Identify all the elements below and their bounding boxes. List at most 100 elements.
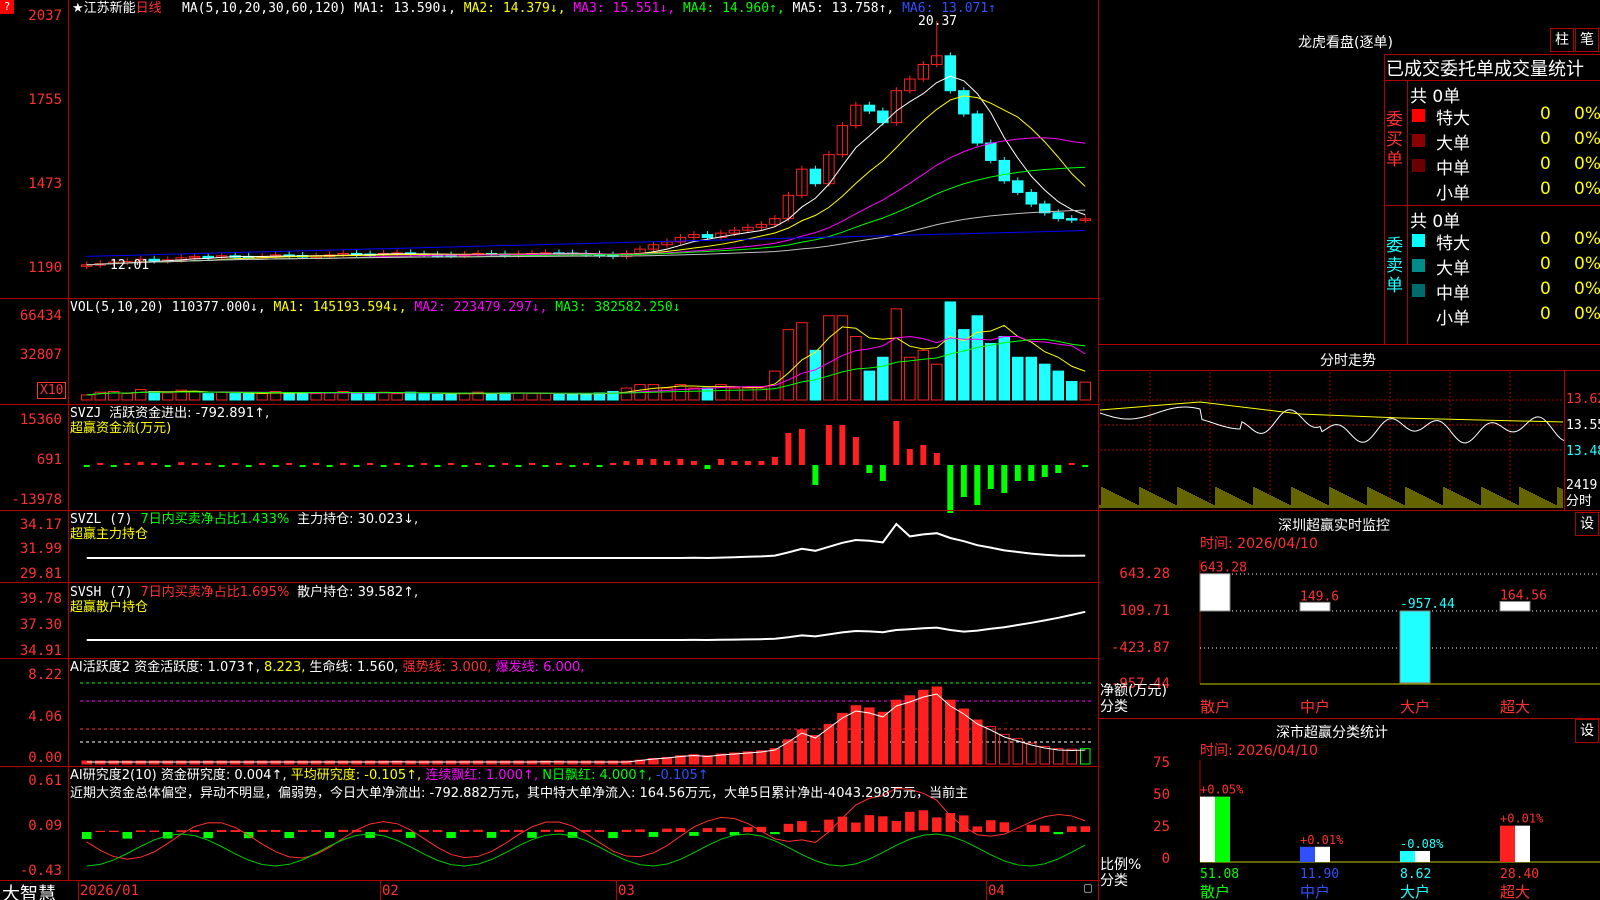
svzl-holding: 主力持仓: 30.023↓, — [297, 512, 419, 527]
main-chart-svg[interactable] — [0, 0, 1100, 900]
classify-bar — [1215, 796, 1230, 862]
lhb-header: 已成交委托单成交量统计 — [1386, 59, 1584, 80]
ai2-avg-research: 平均研究度: -0.105↑, — [290, 768, 422, 783]
fenshi-axis-label: 13.55 — [1566, 418, 1600, 433]
ai1-bar — [1080, 748, 1091, 765]
volume-bar — [431, 393, 444, 401]
ai1-legend: AI活跃度2 资金活跃度: 1.073↑, 8.223, 生命线: 1.560,… — [70, 660, 584, 675]
lhb-divider — [1407, 80, 1408, 344]
volume-bar — [931, 363, 943, 401]
flow-bar — [110, 465, 117, 467]
ai2-bar — [594, 829, 605, 832]
monitor-settings-button[interactable]: 设 — [1575, 512, 1599, 536]
ma2-line — [86, 95, 1086, 266]
vol-legend: VOL(5,10,20) 110377.000↓, MA1: 145193.59… — [70, 300, 681, 315]
svzj-axis-label: 691 — [36, 452, 62, 468]
fenshi-vol-unit: 分时 — [1566, 494, 1593, 509]
flow-bar — [434, 465, 441, 467]
ai2-bar — [851, 822, 861, 832]
volume-bar — [526, 393, 538, 401]
flow-bar — [178, 462, 185, 465]
date-tick — [78, 880, 79, 900]
flow-bar — [542, 465, 549, 467]
monitor-title: 深圳超赢实时监控 — [1278, 518, 1390, 534]
flow-bar — [974, 465, 981, 505]
svzl-subtitle: 超赢主力持仓 — [70, 527, 149, 542]
ai2-bar — [905, 811, 915, 832]
ai1-bar — [850, 705, 862, 765]
svsh-legend: SVSH (7) 7日内买卖净占比1.695% 散户持仓: 39.582↑, — [70, 585, 418, 600]
ai1-bar — [1066, 748, 1078, 765]
sell-row-label: 大单 — [1436, 259, 1470, 279]
date-tick — [986, 880, 987, 900]
classify-bar — [1400, 850, 1415, 862]
volume-bar — [161, 392, 174, 401]
flow-bar — [987, 465, 994, 489]
ai2-axis-label: 0.61 — [28, 773, 62, 789]
flow-bar — [866, 465, 873, 473]
fenshi-divider — [1564, 370, 1565, 510]
ai2-continuous-red: 连续飘红: 1.000↑, — [425, 768, 539, 783]
ai2-bar — [311, 830, 321, 832]
ai2-bar — [149, 830, 159, 832]
ai2-bar — [1026, 824, 1037, 832]
ai1-value2: 8.223, — [264, 660, 306, 675]
volume-bar — [553, 393, 565, 401]
ai1-bar — [1039, 745, 1051, 765]
buy-row-percent: 0% — [1574, 179, 1600, 199]
ai1-bar — [1053, 748, 1064, 765]
svsh-ratio: 7日内买卖净占比1.695% — [140, 585, 290, 600]
panel-separator — [0, 658, 1100, 659]
flow-bar — [529, 463, 536, 465]
svsh-axis-label: 34.91 — [19, 643, 62, 659]
classify-settings-button[interactable]: 设 — [1575, 719, 1599, 743]
ai2-bar — [1053, 832, 1064, 835]
ai2-bar — [486, 832, 497, 838]
flow-bar — [623, 461, 630, 465]
buy-row-count: 0 — [1540, 104, 1551, 124]
ai2-bar — [1013, 831, 1023, 832]
ai2-bar — [203, 832, 213, 839]
sell-swatch — [1412, 259, 1425, 272]
ai2-bar — [891, 821, 902, 832]
flow-bar — [731, 461, 738, 465]
ai2-bar — [527, 832, 537, 838]
monitor-category: 超大 — [1500, 698, 1530, 716]
candle-body — [1052, 212, 1065, 220]
ai2-bar — [405, 832, 416, 838]
ai2-bar — [783, 823, 794, 832]
flow-bar — [758, 461, 765, 465]
sell-row-count: 0 — [1540, 254, 1551, 274]
monitor-category: 中户 — [1300, 698, 1330, 716]
volume-bar — [1039, 363, 1051, 401]
monitor-xlabel: 分类 — [1100, 699, 1128, 715]
monitor-bar — [1399, 610, 1431, 684]
ai2-bar — [621, 829, 632, 832]
volume-bar — [1052, 370, 1065, 401]
flow-bar — [137, 461, 144, 465]
ai2-axis-label: 0.09 — [28, 818, 62, 834]
buy-row-label: 大单 — [1436, 134, 1470, 154]
volume-bar — [796, 322, 808, 401]
candle-body — [998, 159, 1011, 182]
ai2-bar — [1067, 826, 1077, 832]
ai2-bar — [338, 829, 348, 832]
vol-unit-badge[interactable]: X10 — [37, 382, 67, 399]
bar-mode-button[interactable]: 柱 — [1550, 28, 1574, 52]
flow-bar — [124, 463, 131, 465]
classify-value-label: 28.40 — [1500, 867, 1539, 882]
svzj-axis-label: 15360 — [19, 412, 62, 428]
ai2-bar — [297, 830, 308, 832]
tick-mode-button[interactable]: 笔 — [1575, 28, 1599, 52]
svzl-axis-label: 34.17 — [19, 517, 62, 533]
flow-bar — [583, 463, 589, 465]
panel-separator — [0, 880, 1100, 881]
ai1-axis-label: 4.06 — [28, 709, 62, 725]
volume-bar — [944, 301, 957, 401]
volume-bar — [512, 392, 525, 401]
buy-swatch — [1412, 109, 1425, 122]
ai2-bar — [675, 828, 686, 832]
lock-icon[interactable] — [1084, 884, 1092, 893]
candle-body — [863, 104, 876, 112]
flow-bar — [636, 459, 643, 465]
